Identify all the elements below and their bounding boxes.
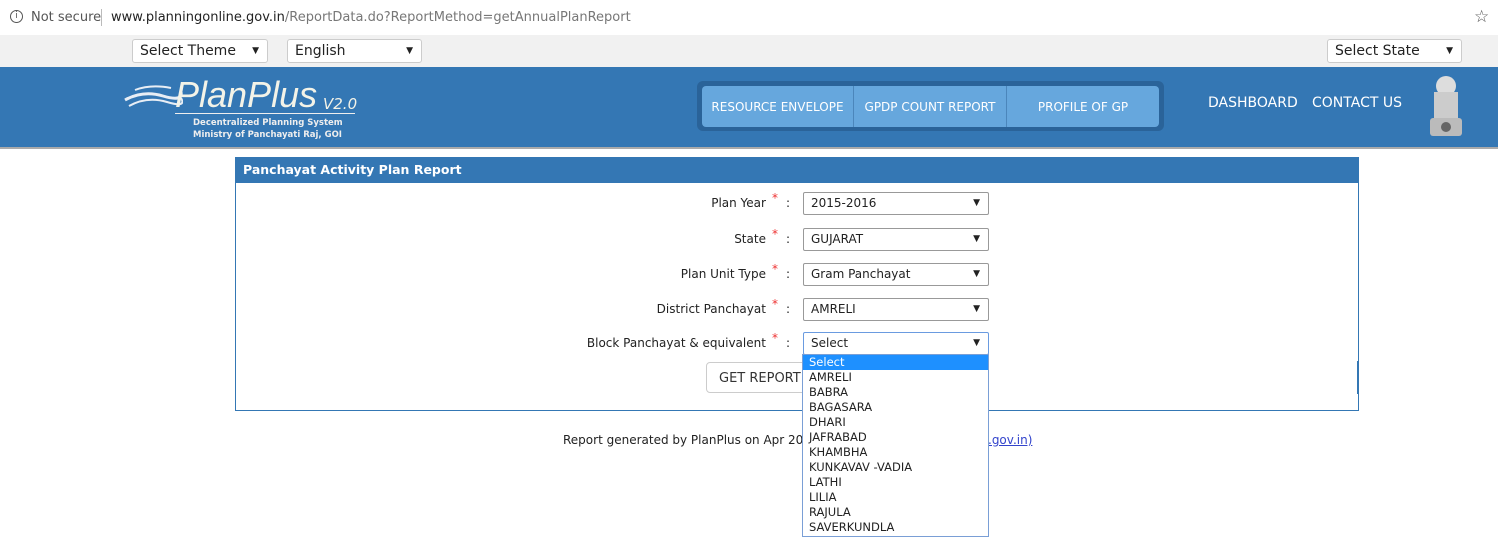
label-text: Block Panchayat & equivalent xyxy=(586,336,766,350)
national-emblem-icon xyxy=(1430,76,1462,136)
colon: : xyxy=(785,302,790,316)
label-text: District Panchayat xyxy=(656,302,766,316)
state-field-select[interactable]: GUJARAT ▼ xyxy=(803,228,989,251)
select-value: Select xyxy=(811,336,849,350)
chevron-down-icon: ▼ xyxy=(973,198,980,208)
footer-link[interactable]: .gov.in) xyxy=(988,433,1032,447)
colon: : xyxy=(785,336,790,350)
label-text: Plan Unit Type xyxy=(680,267,766,281)
nav-profile-of-gp[interactable]: PROFILE OF GP xyxy=(1007,86,1159,127)
colon: : xyxy=(785,267,790,281)
block-dropdown-list[interactable]: Select AMRELI BABRA BAGASARA DHARI JAFRABAD KH… xyxy=(802,354,989,537)
plan-unit-type-select[interactable]: Gram Panchayat ▼ xyxy=(803,263,989,286)
nav-gpdp-count-report[interactable]: GPDP COUNT REPORT xyxy=(854,86,1007,127)
dropdown-option[interactable]: BABRA xyxy=(803,385,988,400)
block-panchayat-select[interactable]: Select ▼ xyxy=(803,332,989,355)
select-value: GUJARAT xyxy=(811,232,864,246)
language-value: English xyxy=(295,43,346,59)
chevron-down-icon: ▼ xyxy=(973,234,980,244)
theme-value: Select Theme xyxy=(140,43,236,59)
plan-unit-type-label: Plan Unit Type *: xyxy=(230,262,790,281)
browser-address-bar: i Not secure www.planningonline.gov.in/R… xyxy=(0,0,1498,36)
dropdown-option[interactable]: SAVERKUNDLA xyxy=(803,520,988,535)
panel-border-fragment xyxy=(1357,361,1358,394)
logo-ministry: Ministry of Panchayati Raj, GOI xyxy=(193,130,342,140)
select-value: Gram Panchayat xyxy=(811,267,911,281)
logo-underline xyxy=(175,113,355,114)
label-text: State xyxy=(734,232,766,246)
footer-text: Report generated by PlanPlus on Apr 20, … xyxy=(563,433,819,447)
block-panchayat-label: Block Panchayat & equivalent *: xyxy=(230,331,790,350)
dropdown-option[interactable]: KUNKAVAV -VADIA xyxy=(803,460,988,475)
select-value: 2015-2016 xyxy=(811,196,877,210)
plan-year-select[interactable]: 2015-2016 ▼ xyxy=(803,192,989,215)
info-icon[interactable]: i xyxy=(10,10,23,23)
dropdown-option[interactable]: LATHI xyxy=(803,475,988,490)
language-select[interactable]: English ▼ xyxy=(287,39,422,63)
url-path: /ReportData.do?ReportMethod=getAnnualPla… xyxy=(284,10,631,25)
chevron-down-icon: ▼ xyxy=(252,46,259,56)
select-value: AMRELI xyxy=(811,302,856,316)
chevron-down-icon: ▼ xyxy=(1446,46,1453,56)
plan-year-label: Plan Year *: xyxy=(230,191,790,210)
required-marker: * xyxy=(771,262,778,276)
dropdown-option[interactable]: KHAMBHA xyxy=(803,445,988,460)
chevron-down-icon: ▼ xyxy=(973,269,980,279)
security-label: Not secure xyxy=(31,10,102,25)
chevron-down-icon: ▼ xyxy=(973,304,980,314)
panel-title: Panchayat Activity Plan Report xyxy=(236,157,1359,183)
get-report-button[interactable]: GET REPORT xyxy=(706,362,816,393)
dashboard-link[interactable]: DASHBOARD xyxy=(1208,95,1298,111)
chevron-down-icon: ▼ xyxy=(406,46,413,56)
nav-resource-envelope[interactable]: RESOURCE ENVELOPE xyxy=(702,86,854,127)
required-marker: * xyxy=(771,331,778,345)
district-panchayat-select[interactable]: AMRELI ▼ xyxy=(803,298,989,321)
divider xyxy=(101,9,102,26)
theme-select[interactable]: Select Theme ▼ xyxy=(132,39,268,63)
label-text: Plan Year xyxy=(711,196,766,210)
dropdown-option[interactable]: LILIA xyxy=(803,490,988,505)
contact-us-link[interactable]: CONTACT US xyxy=(1312,95,1402,111)
colon: : xyxy=(785,232,790,246)
url-host: www.planningonline.gov.in xyxy=(111,10,285,25)
dropdown-option[interactable]: AMRELI xyxy=(803,370,988,385)
bookmark-star-icon[interactable]: ☆ xyxy=(1474,7,1498,27)
required-marker: * xyxy=(771,227,778,241)
dropdown-option[interactable]: JAFRABAD xyxy=(803,430,988,445)
logo-waves-icon xyxy=(124,85,183,107)
chevron-down-icon: ▼ xyxy=(973,338,980,348)
dropdown-option[interactable]: RAJULA xyxy=(803,505,988,520)
state-label: State *: xyxy=(230,227,790,246)
dropdown-option[interactable]: BAGASARA xyxy=(803,400,988,415)
district-panchayat-label: District Panchayat *: xyxy=(230,297,790,316)
required-marker: * xyxy=(771,297,778,311)
required-marker: * xyxy=(771,191,778,205)
url-field[interactable]: www.planningonline.gov.in/ReportData.do?… xyxy=(111,10,631,25)
logo-subtitle: Decentralized Planning System xyxy=(193,118,343,128)
dropdown-option[interactable]: Select xyxy=(803,355,988,370)
colon: : xyxy=(785,196,790,210)
logo-version: V2.0 xyxy=(323,95,358,113)
dropdown-option[interactable]: DHARI xyxy=(803,415,988,430)
state-value: Select State xyxy=(1335,43,1420,59)
logo-text[interactable]: PlanPlus xyxy=(175,74,317,116)
state-select[interactable]: Select State ▼ xyxy=(1327,39,1462,63)
